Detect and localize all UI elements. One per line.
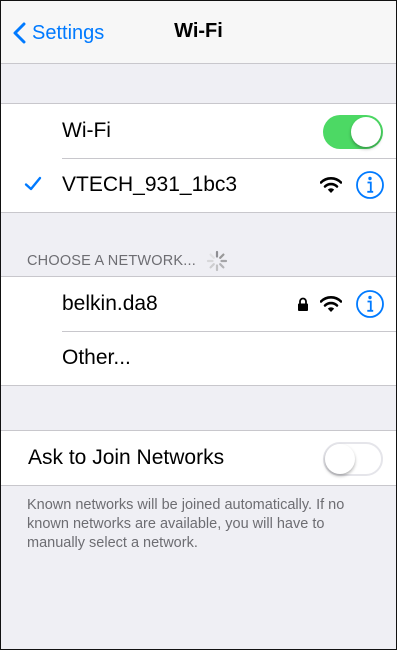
ask-to-join-toggle[interactable]	[323, 442, 383, 476]
connected-network-name: VTECH_931_1bc3	[62, 173, 238, 196]
network-row[interactable]: belkin.da8	[0, 277, 397, 331]
page-title: Wi-Fi	[174, 20, 223, 42]
connected-network-row[interactable]: VTECH_931_1bc3	[0, 158, 397, 212]
toggle-knob	[325, 444, 355, 474]
wifi-group: Wi-Fi VTECH_931_1bc3	[0, 103, 397, 213]
network-list-group: belkin.da8 Other...	[0, 276, 397, 386]
wifi-toggle[interactable]	[323, 115, 383, 149]
checkmark-icon	[24, 176, 42, 191]
info-icon[interactable]	[355, 289, 385, 319]
info-icon[interactable]	[355, 170, 385, 200]
other-network-row[interactable]: Other...	[0, 331, 397, 385]
wifi-toggle-row: Wi-Fi	[0, 104, 397, 158]
wifi-icon	[320, 296, 342, 312]
ask-to-join-group: Ask to Join Networks	[0, 430, 397, 486]
other-network-label: Other...	[62, 346, 131, 369]
wifi-icon	[320, 177, 342, 193]
network-name: belkin.da8	[62, 292, 158, 315]
ask-to-join-row: Ask to Join Networks	[0, 431, 397, 485]
lock-icon	[298, 297, 308, 311]
ask-to-join-footer: Known networks will be joined automatica…	[27, 497, 345, 551]
ask-to-join-label: Ask to Join Networks	[28, 446, 225, 469]
navigation-bar: Settings Wi-Fi	[0, 0, 397, 64]
choose-network-header-label: CHOOSE A NETWORK...	[27, 253, 196, 269]
toggle-knob	[351, 117, 381, 147]
choose-network-header: CHOOSE A NETWORK...	[27, 250, 228, 272]
wifi-toggle-label: Wi-Fi	[62, 119, 111, 142]
spinner-icon	[206, 250, 228, 272]
